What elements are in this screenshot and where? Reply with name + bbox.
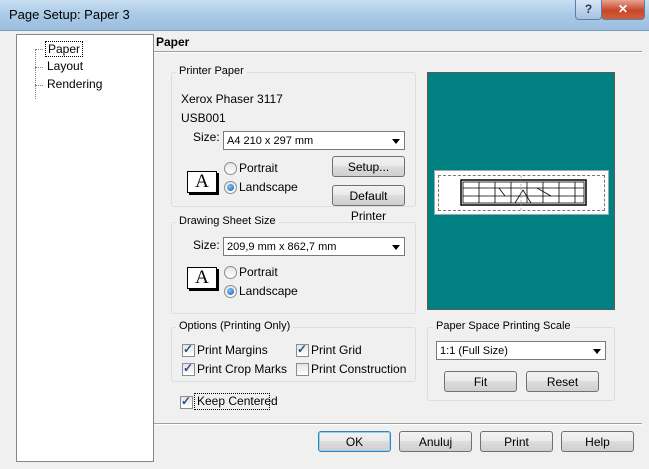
reset-button[interactable]: Reset [526,371,599,392]
scale-select[interactable]: 1:1 (Full Size) [436,341,606,360]
preview-sheet [434,170,609,215]
printer-portrait-label[interactable]: Portrait [239,161,278,175]
page-setup-dialog: Page Setup: Paper 3 ? ✕ Paper Layout Ren… [0,0,649,469]
scale-title: Paper Space Printing Scale [433,320,574,332]
print-construction-label[interactable]: Print Construction [311,362,406,376]
default-printer-button[interactable]: Default Printer [332,185,405,223]
dialog-client: Paper Layout Rendering Paper Printer Pap… [8,31,642,462]
paper-preview [427,72,615,310]
page-title: Paper [156,35,190,49]
setup-button[interactable]: Setup... [332,156,405,177]
drawing-portrait-label[interactable]: Portrait [239,265,278,279]
help-title-button[interactable]: ? [575,0,602,20]
tree-connector [35,85,43,86]
drawing-size-value: 209,9 mm x 862,7 mm [227,241,337,253]
tree-connector [35,49,43,50]
print-grid-label[interactable]: Print Grid [311,343,362,357]
print-crop-marks-label[interactable]: Print Crop Marks [197,362,287,376]
scale-value: 1:1 (Full Size) [440,345,508,357]
cancel-button[interactable]: Anuluj [399,431,472,452]
print-button[interactable]: Print [480,431,553,452]
print-grid-checkbox[interactable] [296,342,309,357]
keep-centered-checkbox[interactable] [180,394,193,409]
printer-size-select[interactable]: A4 210 x 297 mm [223,131,405,150]
heading-divider [154,51,642,53]
printer-landscape-radio[interactable] [224,181,237,194]
footer-divider [154,423,642,425]
printer-size-label: Size: [193,130,220,144]
close-icon[interactable]: ✕ [601,0,645,20]
tree-item-rendering[interactable]: Rendering [45,77,104,91]
preview-drawing [460,176,587,210]
help-button[interactable]: Help [561,431,634,452]
tree-connector [35,49,36,99]
printer-name: Xerox Phaser 3117 [181,92,283,106]
print-margins-label[interactable]: Print Margins [197,343,268,357]
tree-item-layout[interactable]: Layout [45,59,85,73]
ok-button[interactable]: OK [318,431,391,452]
drawing-landscape-radio[interactable] [224,285,237,298]
printer-landscape-label[interactable]: Landscape [239,180,298,194]
drawing-portrait-radio[interactable] [224,266,237,279]
print-construction-checkbox[interactable] [296,363,309,376]
printer-paper-title: Printer Paper [176,65,247,77]
chevron-down-icon [392,139,400,144]
window-title: Page Setup: Paper 3 [9,7,130,22]
fit-button[interactable]: Fit [444,371,517,392]
printer-portrait-radio[interactable] [224,162,237,175]
chevron-down-icon [593,349,601,354]
settings-tree[interactable]: Paper Layout Rendering [16,34,154,462]
printer-size-value: A4 210 x 297 mm [227,135,314,147]
landscape-orientation-icon: A [187,267,217,289]
keep-centered-label[interactable]: Keep Centered [197,394,278,408]
tree-item-paper[interactable]: Paper [45,41,84,57]
drawing-size-select[interactable]: 209,9 mm x 862,7 mm [223,237,405,256]
preview-margin [438,175,605,211]
print-margins-checkbox[interactable] [182,342,195,357]
drawing-size-label: Size: [193,238,220,252]
title-bar[interactable]: Page Setup: Paper 3 ? ✕ [0,0,649,31]
chevron-down-icon [392,245,400,250]
drawing-landscape-label[interactable]: Landscape [239,284,298,298]
options-title: Options (Printing Only) [176,320,294,332]
print-crop-marks-checkbox[interactable] [182,361,195,376]
printer-port: USB001 [181,111,226,125]
tree-connector [35,67,43,68]
landscape-orientation-icon: A [187,171,217,193]
drawing-sheet-title: Drawing Sheet Size [176,215,279,227]
